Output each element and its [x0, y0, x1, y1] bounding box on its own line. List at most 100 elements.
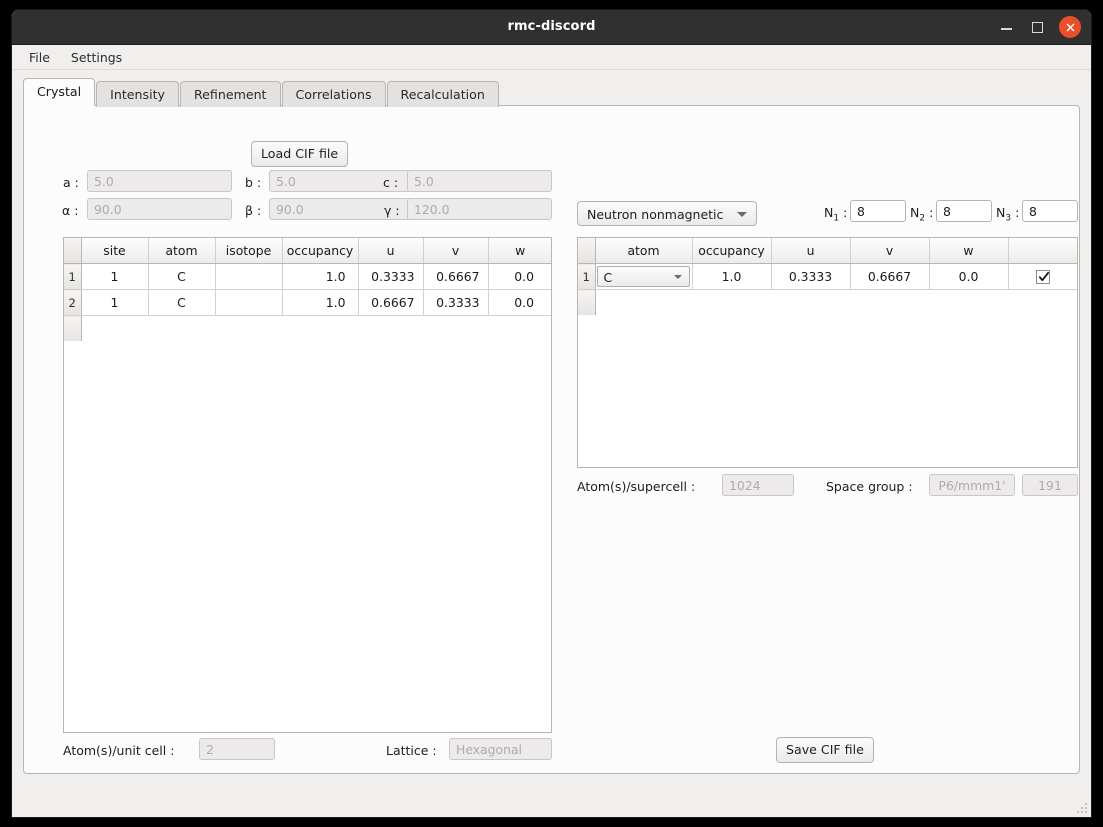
cell-active[interactable]	[1008, 263, 1077, 290]
table-empty-area	[64, 315, 551, 341]
cell-site[interactable]: 1	[81, 289, 149, 316]
cell-v[interactable]: 0.3333	[423, 289, 489, 316]
column-header-site[interactable]: site	[81, 238, 149, 264]
cell-v[interactable]: 0.6667	[423, 263, 489, 290]
row-header[interactable]: 1	[64, 263, 82, 290]
maximize-icon	[1032, 22, 1043, 33]
menu-bar: File Settings	[12, 45, 1091, 70]
window-controls	[999, 10, 1082, 44]
lattice-alpha-field[interactable]: 90.0	[87, 198, 232, 220]
unit-cell-table[interactable]: site atom isotope occupancy u v w 1 1 C …	[63, 237, 552, 733]
cell-occupancy[interactable]: 1.0	[692, 263, 772, 290]
minimize-icon	[1001, 28, 1012, 30]
title-bar: rmc-discord	[12, 10, 1091, 45]
atoms-supercell-field: 1024	[722, 474, 794, 496]
table-corner	[578, 238, 596, 264]
column-header-occupancy[interactable]: occupancy	[282, 238, 359, 264]
cell-atom[interactable]: C	[148, 289, 216, 316]
column-header-w[interactable]: w	[929, 238, 1009, 264]
space-group-number-field: 191	[1022, 474, 1078, 496]
atoms-supercell-label: Atom(s)/supercell :	[577, 479, 696, 494]
tab-bar: Crystal Intensity Refinement Correlation…	[23, 78, 1080, 107]
lattice-b-label: b :	[245, 175, 262, 190]
atom-combobox-value: C	[603, 270, 613, 285]
lattice-gamma-field[interactable]: 120.0	[407, 198, 552, 220]
chevron-down-icon	[673, 274, 682, 279]
table-header-row: atom occupancy u v w	[578, 238, 1077, 264]
table-header-row: site atom isotope occupancy u v w	[64, 238, 551, 264]
n2-label: N2 :	[910, 205, 934, 224]
cell-w[interactable]: 0.0	[488, 289, 551, 316]
space-group-symbol-field: P6/mmm1'	[929, 474, 1015, 496]
space-group-label: Space group :	[826, 479, 913, 494]
n2-field[interactable]: 8	[936, 200, 992, 222]
column-header-occupancy[interactable]: occupancy	[692, 238, 772, 264]
tab-refinement[interactable]: Refinement	[179, 81, 281, 107]
maximize-button[interactable]	[1029, 19, 1045, 35]
column-header-v[interactable]: v	[850, 238, 930, 264]
tab-recalculation[interactable]: Recalculation	[386, 81, 499, 107]
column-header-active[interactable]	[1008, 238, 1077, 264]
close-button[interactable]	[1059, 16, 1081, 38]
cell-v[interactable]: 0.6667	[850, 263, 930, 290]
lattice-c-label: c :	[383, 175, 399, 190]
table-row[interactable]: 2 1 C 1.0 0.6667 0.3333 0.0	[64, 289, 551, 316]
cell-atom[interactable]: C	[148, 263, 216, 290]
cell-site[interactable]: 1	[81, 263, 149, 290]
n3-field[interactable]: 8	[1022, 200, 1078, 222]
n1-field[interactable]: 8	[850, 200, 906, 222]
unit-cell-pane: Load CIF file a : 5.0 b : 5.0 c : 5.0 α …	[24, 106, 554, 773]
close-icon	[1066, 23, 1074, 31]
cell-u[interactable]: 0.3333	[358, 263, 424, 290]
table-empty-area	[578, 289, 1077, 315]
chevron-down-icon	[737, 211, 747, 217]
minimize-button[interactable]	[999, 19, 1015, 35]
lattice-a-label: a :	[63, 175, 79, 190]
atom-combobox[interactable]: C	[596, 266, 690, 287]
active-checkbox[interactable]	[1035, 270, 1050, 285]
supercell-pane: Neutron nonmagnetic N1 : 8 N2 : 8 N3 : 8	[554, 106, 1079, 773]
cell-isotope[interactable]	[215, 289, 283, 316]
cell-atom[interactable]: C	[595, 263, 693, 290]
column-header-atom[interactable]: atom	[595, 238, 693, 264]
column-header-w[interactable]: w	[488, 238, 551, 264]
column-header-v[interactable]: v	[423, 238, 489, 264]
row-header[interactable]: 2	[64, 289, 82, 316]
table-row[interactable]: 1 1 C 1.0 0.3333 0.6667 0.0	[64, 263, 551, 290]
menu-file[interactable]: File	[22, 48, 57, 67]
atoms-unit-cell-field: 2	[199, 738, 275, 760]
column-header-atom[interactable]: atom	[148, 238, 216, 264]
row-header[interactable]: 1	[578, 263, 596, 290]
tab-correlations[interactable]: Correlations	[281, 81, 386, 107]
scattering-type-value: Neutron nonmagnetic	[587, 207, 724, 222]
column-header-isotope[interactable]: isotope	[215, 238, 283, 264]
table-row[interactable]: 1 C 1.0 0.3333 0.6667 0.0	[578, 263, 1077, 290]
cell-u[interactable]: 0.6667	[358, 289, 424, 316]
lattice-c-field[interactable]: 5.0	[407, 170, 552, 192]
scattering-type-combobox[interactable]: Neutron nonmagnetic	[577, 201, 757, 226]
crystal-tab-page: Load CIF file a : 5.0 b : 5.0 c : 5.0 α …	[23, 105, 1080, 774]
cell-occupancy[interactable]: 1.0	[282, 289, 359, 316]
application-window: rmc-discord File Settings Crystal Intens…	[12, 10, 1091, 817]
load-cif-file-button[interactable]: Load CIF file	[251, 141, 349, 167]
cell-w[interactable]: 0.0	[488, 263, 551, 290]
menu-settings[interactable]: Settings	[64, 48, 129, 67]
cell-u[interactable]: 0.3333	[771, 263, 851, 290]
supercell-table[interactable]: atom occupancy u v w 1 C 1.0 0.3333 0.66…	[577, 237, 1078, 468]
column-header-u[interactable]: u	[358, 238, 424, 264]
lattice-beta-label: β :	[245, 203, 262, 218]
save-cif-file-button[interactable]: Save CIF file	[776, 737, 874, 763]
lattice-a-field[interactable]: 5.0	[87, 170, 232, 192]
lattice-type-field: Hexagonal	[449, 738, 552, 760]
cell-isotope[interactable]	[215, 263, 283, 290]
resize-grip[interactable]	[1075, 801, 1087, 813]
n1-label: N1 :	[824, 205, 848, 224]
cell-w[interactable]: 0.0	[929, 263, 1009, 290]
tab-crystal[interactable]: Crystal	[23, 78, 96, 106]
column-header-u[interactable]: u	[771, 238, 851, 264]
cell-occupancy[interactable]: 1.0	[282, 263, 359, 290]
lattice-alpha-label: α :	[62, 203, 79, 218]
lattice-type-label: Lattice :	[386, 743, 437, 758]
tab-intensity[interactable]: Intensity	[96, 81, 179, 107]
lattice-gamma-label: γ :	[384, 203, 400, 218]
